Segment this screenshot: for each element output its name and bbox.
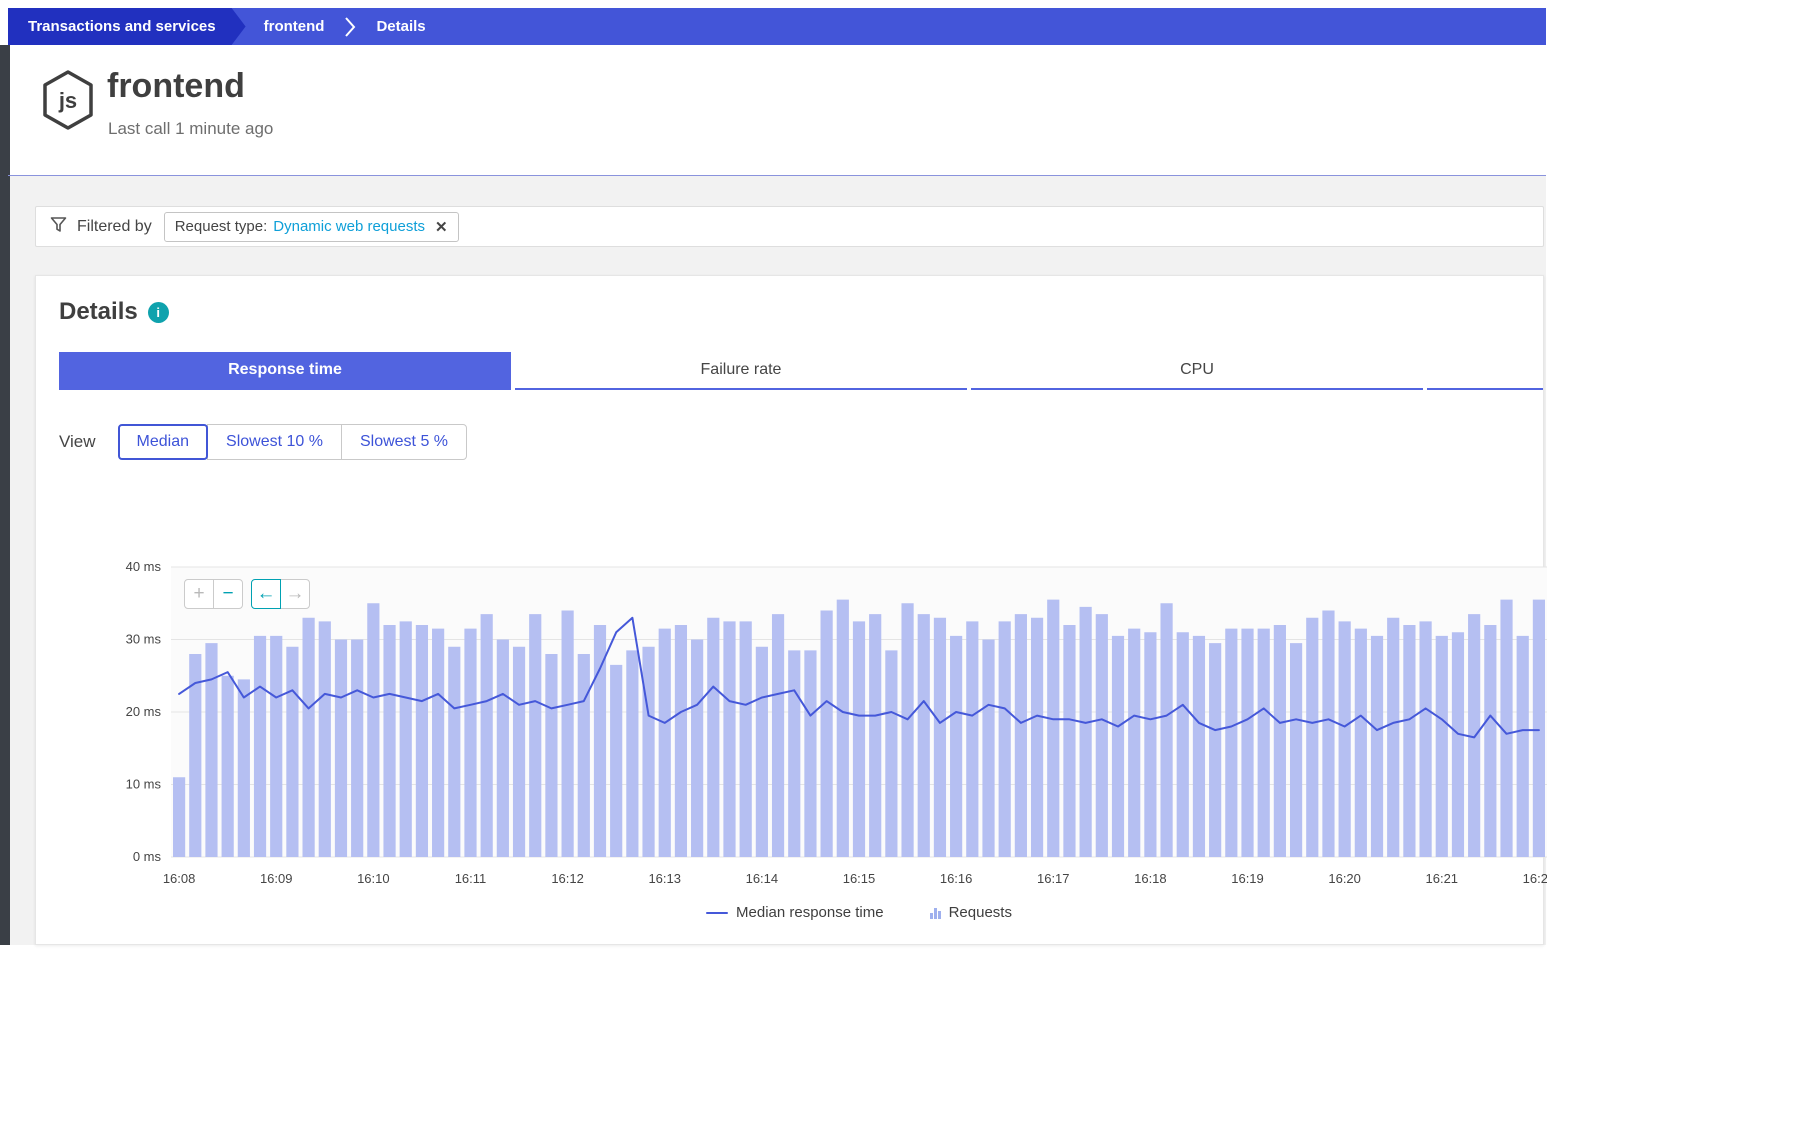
nodejs-icon: js xyxy=(40,69,96,136)
zoom-out-button[interactable]: − xyxy=(213,579,243,609)
service-header: js frontend Last call 1 minute ago xyxy=(10,45,1546,175)
svg-text:js: js xyxy=(58,88,77,113)
page-title: frontend xyxy=(107,67,245,106)
tab-failure-rate[interactable]: Failure rate xyxy=(515,352,967,390)
legend-item-median-response-time[interactable]: Median response time xyxy=(706,904,884,921)
sidebar-edge xyxy=(0,45,10,945)
breadcrumb: Transactions and services frontend Detai… xyxy=(8,8,1546,45)
page: Transactions and services frontend Detai… xyxy=(0,0,1800,1142)
filtered-by-label: Filtered by xyxy=(77,218,152,236)
svg-text:16:11: 16:11 xyxy=(455,871,487,886)
pan-left-button[interactable]: ← xyxy=(251,579,281,609)
filter-chip-key: Request type: xyxy=(175,218,268,235)
details-card: Details i Response time Failure rate CPU… xyxy=(35,275,1544,945)
filter-bar: Filtered by Request type: Dynamic web re… xyxy=(35,206,1544,247)
response-time-chart: 0 ms 10 ms 20 ms 30 ms 40 ms 16:08 16:09 16:10 1… xyxy=(101,559,1547,889)
tab-underline-stub xyxy=(1427,352,1543,390)
legend-item-requests[interactable]: Requests xyxy=(930,904,1012,921)
legend-label: Median response time xyxy=(736,904,884,921)
filter-chip-value: Dynamic web requests xyxy=(273,218,425,235)
zoom-group: + − xyxy=(184,579,243,609)
svg-text:16:13: 16:13 xyxy=(648,871,681,886)
chevron-right-icon xyxy=(344,16,356,38)
breadcrumb-item-details[interactable]: Details xyxy=(358,8,443,45)
close-icon[interactable]: ✕ xyxy=(435,218,448,236)
tab-response-time[interactable]: Response time xyxy=(59,352,511,390)
svg-text:16:15: 16:15 xyxy=(843,871,876,886)
chart-svg[interactable]: 0 ms 10 ms 20 ms 30 ms 40 ms 16:08 16:09 16:10 1… xyxy=(101,559,1547,889)
view-selector-row: View Median Slowest 10 % Slowest 5 % xyxy=(59,424,467,460)
svg-text:40 ms: 40 ms xyxy=(126,559,162,574)
tab-cpu[interactable]: CPU xyxy=(971,352,1423,390)
view-option-slowest-10[interactable]: Slowest 10 % xyxy=(207,424,342,460)
svg-text:16:19: 16:19 xyxy=(1231,871,1264,886)
svg-text:10 ms: 10 ms xyxy=(126,777,162,792)
details-heading-row: Details i xyxy=(59,298,169,326)
last-call-subtitle: Last call 1 minute ago xyxy=(108,119,273,139)
svg-text:30 ms: 30 ms xyxy=(126,632,162,647)
svg-text:16:22: 16:22 xyxy=(1523,871,1547,886)
pan-right-button[interactable]: → xyxy=(280,579,310,609)
details-heading: Details xyxy=(59,298,138,326)
svg-text:16:12: 16:12 xyxy=(551,871,584,886)
svg-text:16:18: 16:18 xyxy=(1134,871,1167,886)
view-option-median[interactable]: Median xyxy=(118,424,208,460)
pan-group: ← → xyxy=(251,579,310,609)
details-tabs: Response time Failure rate CPU xyxy=(59,352,1543,390)
svg-text:0 ms: 0 ms xyxy=(133,849,162,864)
svg-text:16:20: 16:20 xyxy=(1328,871,1361,886)
view-option-slowest-5[interactable]: Slowest 5 % xyxy=(341,424,467,460)
legend-label: Requests xyxy=(949,904,1012,921)
breadcrumb-item-frontend[interactable]: frontend xyxy=(246,8,343,45)
line-swatch-icon xyxy=(706,912,728,914)
svg-text:16:17: 16:17 xyxy=(1037,871,1070,886)
info-icon[interactable]: i xyxy=(148,302,169,323)
content-area: Filtered by Request type: Dynamic web re… xyxy=(10,176,1546,945)
chart-legend: Median response time Requests xyxy=(171,904,1547,921)
chart-zoom-controls: + − ← → xyxy=(184,579,310,609)
svg-text:20 ms: 20 ms xyxy=(126,704,162,719)
filter-chip[interactable]: Request type: Dynamic web requests ✕ xyxy=(164,212,459,242)
svg-text:16:16: 16:16 xyxy=(940,871,973,886)
breadcrumb-item-transactions-and-services[interactable]: Transactions and services xyxy=(8,8,246,45)
bars-swatch-icon xyxy=(930,907,941,919)
svg-text:16:14: 16:14 xyxy=(746,871,779,886)
view-segmented-control: Median Slowest 10 % Slowest 5 % xyxy=(118,424,467,460)
svg-text:16:09: 16:09 xyxy=(260,871,293,886)
zoom-in-button[interactable]: + xyxy=(184,579,214,609)
filter-funnel-icon xyxy=(50,216,67,238)
svg-text:16:21: 16:21 xyxy=(1426,871,1459,886)
svg-text:16:08: 16:08 xyxy=(163,871,196,886)
svg-text:16:10: 16:10 xyxy=(357,871,390,886)
view-label: View xyxy=(59,432,96,452)
